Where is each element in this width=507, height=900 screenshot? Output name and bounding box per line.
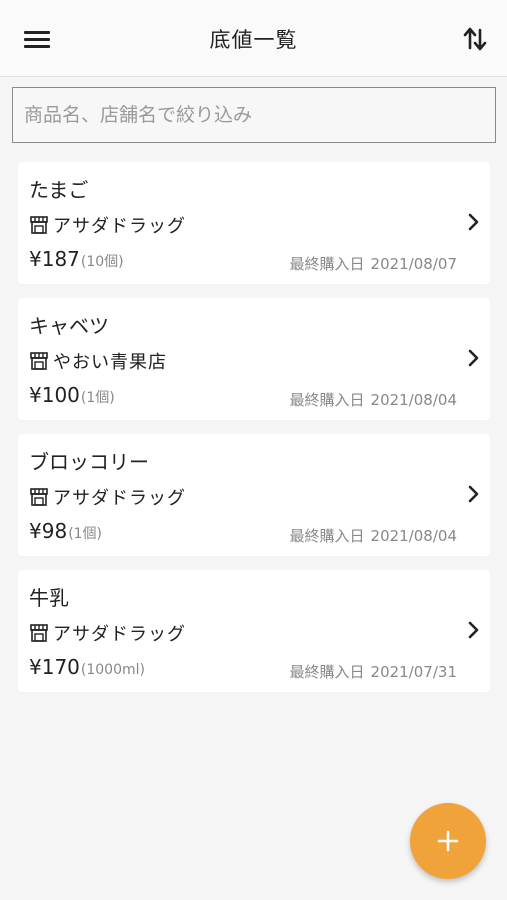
date-value: 2021/07/31	[370, 663, 457, 681]
date-value: 2021/08/04	[370, 527, 457, 545]
store-name: アサダドラッグ	[53, 216, 186, 237]
search-input[interactable]	[13, 88, 495, 142]
quantity: (1個)	[80, 390, 115, 406]
last-purchase-date: 最終購入日 2021/08/04	[290, 525, 457, 546]
item-name: キャベツ	[29, 314, 109, 338]
search-box	[12, 87, 496, 143]
chevron-right-icon	[468, 213, 479, 231]
price-row: ¥187 (10個)	[29, 247, 124, 271]
page-title: 底値一覧	[209, 28, 298, 52]
price-row: ¥170 (1000ml)	[29, 655, 145, 679]
list-item[interactable]: 牛乳 アサダドラッグ ¥170 (1000ml) 最終購入日 2021/07/31	[18, 570, 490, 692]
price: ¥187	[29, 247, 80, 271]
list-item[interactable]: キャベツ やおい青果店 ¥100 (1個) 最終購入日 2021/08/04	[18, 298, 490, 420]
last-purchase-date: 最終購入日 2021/08/04	[290, 389, 457, 410]
sort-arrows-icon[interactable]	[460, 24, 490, 54]
date-value: 2021/08/04	[370, 391, 457, 409]
price-row: ¥98 (1個)	[29, 519, 102, 543]
date-label: 最終購入日	[289, 663, 365, 681]
store-name: アサダドラッグ	[53, 488, 186, 509]
last-purchase-date: 最終購入日 2021/07/31	[290, 661, 457, 682]
store-row: アサダドラッグ	[29, 621, 186, 645]
price: ¥100	[29, 383, 80, 407]
add-item-button[interactable]	[410, 803, 486, 879]
date-value: 2021/08/07	[370, 255, 457, 273]
quantity: (1000ml)	[80, 662, 145, 678]
list-item[interactable]: たまご アサダドラッグ ¥187 (10個) 最終購入日 2021/08/07	[18, 162, 490, 284]
date-label: 最終購入日	[289, 255, 365, 273]
store-row: アサダドラッグ	[29, 213, 186, 237]
plus-icon	[437, 830, 459, 852]
item-name: 牛乳	[29, 586, 69, 610]
store-icon	[30, 624, 48, 642]
price-list: たまご アサダドラッグ ¥187 (10個) 最終購入日 2021/08/07 キ…	[18, 162, 490, 706]
price-row: ¥100 (1個)	[29, 383, 115, 407]
quantity: (10個)	[80, 254, 124, 270]
item-name: たまご	[29, 178, 89, 202]
store-icon	[30, 352, 48, 370]
price: ¥170	[29, 655, 80, 679]
date-label: 最終購入日	[289, 527, 365, 545]
store-row: やおい青果店	[29, 349, 167, 373]
price: ¥98	[29, 519, 68, 543]
store-name: やおい青果店	[53, 352, 167, 373]
list-item[interactable]: ブロッコリー アサダドラッグ ¥98 (1個) 最終購入日 2021/08/04	[18, 434, 490, 556]
quantity: (1個)	[68, 526, 103, 542]
last-purchase-date: 最終購入日 2021/08/07	[290, 253, 457, 274]
app-bar: 底値一覧	[0, 0, 507, 77]
store-row: アサダドラッグ	[29, 485, 186, 509]
store-name: アサダドラッグ	[53, 624, 186, 645]
store-icon	[30, 488, 48, 506]
item-name: ブロッコリー	[29, 450, 149, 474]
chevron-right-icon	[468, 621, 479, 639]
date-label: 最終購入日	[289, 391, 365, 409]
chevron-right-icon	[468, 349, 479, 367]
chevron-right-icon	[468, 485, 479, 503]
store-icon	[30, 216, 48, 234]
